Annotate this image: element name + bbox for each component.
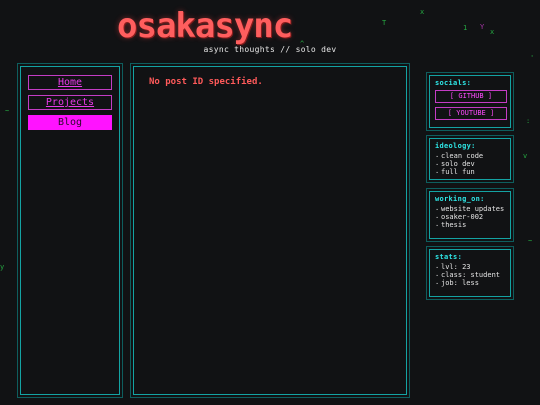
working-on-item: osaker-002 — [435, 213, 505, 221]
matrix-glyph: x — [420, 8, 425, 16]
nav-projects-link[interactable]: Projects — [28, 95, 112, 110]
socials-box: socials: [ GITHUB ] [ YOUTUBE ] — [426, 72, 514, 131]
stats-box: stats: lvl: 23 class: student job: less — [426, 246, 514, 300]
ideology-item: full fun — [435, 168, 505, 176]
site-tagline: async thoughts // solo dev — [203, 45, 337, 54]
socials-title: socials: — [435, 79, 472, 87]
matrix-glyph: y — [0, 263, 5, 271]
matrix-glyph: v — [523, 152, 528, 160]
stats-item: lvl: 23 — [435, 263, 505, 271]
matrix-glyph: T — [382, 19, 387, 27]
matrix-glyph: Y — [480, 23, 485, 31]
nav-panel: Home Projects Blog — [17, 63, 123, 398]
ideology-item: solo dev — [435, 160, 505, 168]
matrix-glyph: 1 — [463, 24, 468, 32]
nav-blog-link[interactable]: Blog — [28, 115, 112, 130]
matrix-glyph: ~ — [5, 107, 10, 115]
matrix-glyph: x — [490, 28, 495, 36]
ideology-box: ideology: clean code solo dev full fun — [426, 135, 514, 183]
matrix-glyph: : — [526, 117, 531, 125]
working-on-box: working_on: website updates osaker-002 t… — [426, 188, 514, 242]
working-on-item: website updates — [435, 205, 505, 213]
working-on-title: working_on: — [435, 195, 485, 203]
error-message: No post ID specified. — [149, 77, 263, 87]
site-logo[interactable]: osakasync — [117, 6, 293, 46]
stats-title: stats: — [435, 253, 463, 261]
nav-home-link[interactable]: Home — [28, 75, 112, 90]
working-on-item: thesis — [435, 221, 505, 229]
matrix-glyph: ' — [530, 54, 535, 62]
main-content-panel: No post ID specified. — [130, 63, 410, 398]
matrix-glyph: ~ — [528, 237, 533, 245]
stats-item: job: less — [435, 279, 505, 287]
ideology-title: ideology: — [435, 142, 476, 150]
stats-item: class: student — [435, 271, 505, 279]
github-button[interactable]: [ GITHUB ] — [435, 90, 507, 103]
youtube-button[interactable]: [ YOUTUBE ] — [435, 107, 507, 120]
ideology-item: clean code — [435, 152, 505, 160]
